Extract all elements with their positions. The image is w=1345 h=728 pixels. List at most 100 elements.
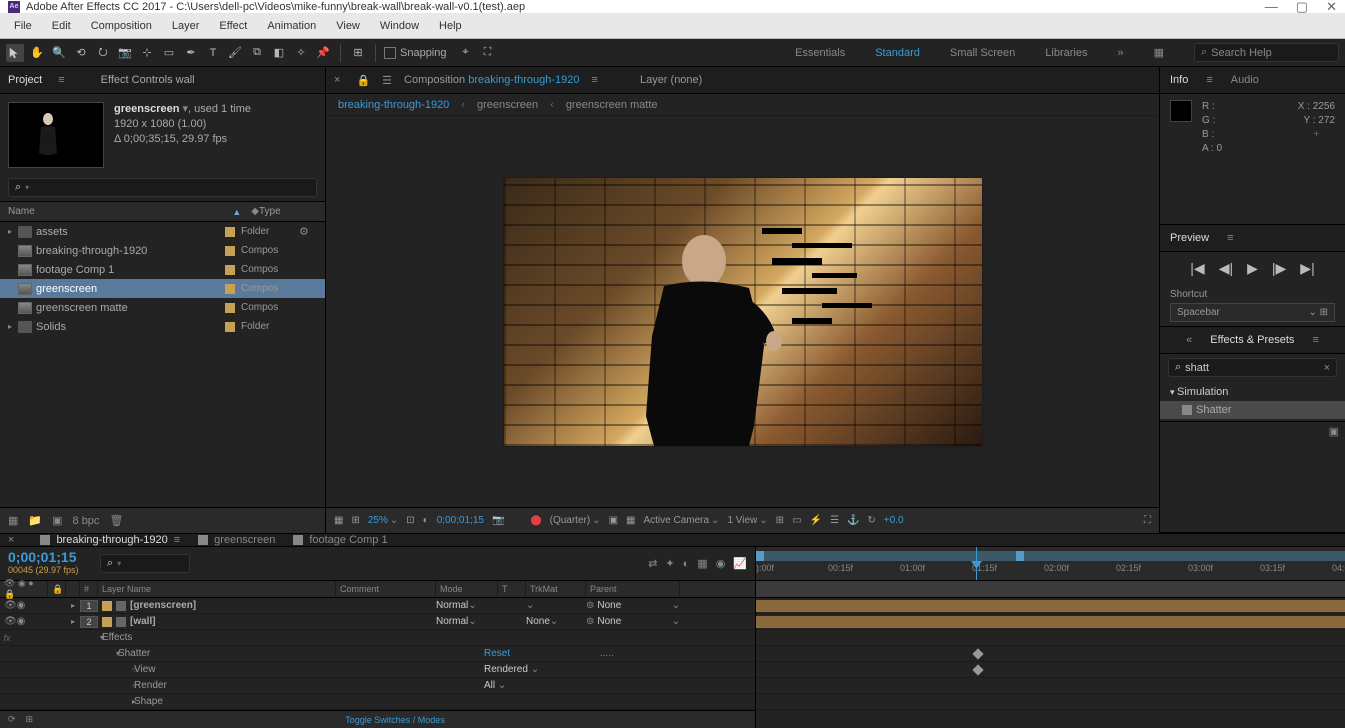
panel-menu-icon[interactable]: ≡: [1312, 334, 1318, 346]
brush-tool[interactable]: 🖌: [226, 44, 244, 62]
timeline-tab[interactable]: greenscreen: [198, 534, 275, 546]
panel-menu-icon[interactable]: ≡: [1206, 74, 1212, 86]
menu-edit[interactable]: Edit: [42, 16, 81, 36]
new-folder-icon[interactable]: 📁: [28, 514, 42, 527]
puppet-tool[interactable]: 📌: [314, 44, 332, 62]
last-frame-button[interactable]: ▶|: [1300, 260, 1314, 277]
timeline-track[interactable]: [756, 614, 1345, 630]
menu-window[interactable]: Window: [370, 16, 429, 36]
bpc-label[interactable]: 8 bpc: [73, 515, 100, 527]
snap-edge-icon[interactable]: ⌖: [457, 44, 475, 62]
panel-menu-icon[interactable]: ≡: [1227, 232, 1233, 244]
workspace-libraries[interactable]: Libraries: [1045, 47, 1087, 59]
selection-tool[interactable]: [6, 44, 24, 62]
timeline-property-row[interactable]: ○RenderAll ⌄: [0, 678, 755, 694]
close-tab-icon[interactable]: ×: [8, 534, 14, 546]
snapping-toggle[interactable]: Snapping: [384, 47, 447, 59]
alpha-icon[interactable]: ▦: [334, 515, 343, 526]
tab-effect-controls[interactable]: Effect Controls wall: [101, 74, 195, 86]
menu-help[interactable]: Help: [429, 16, 472, 36]
workspace-essentials[interactable]: Essentials: [795, 47, 845, 59]
fast-preview-icon[interactable]: ⚡: [810, 515, 822, 526]
timeline-track[interactable]: [756, 662, 1345, 678]
tab-project[interactable]: Project: [8, 74, 42, 86]
menu-layer[interactable]: Layer: [162, 16, 210, 36]
layer-tab[interactable]: Layer (none): [640, 74, 702, 86]
reset-exposure-icon[interactable]: ↻: [867, 515, 875, 526]
timeline-search-input[interactable]: ⌕▾: [100, 554, 190, 573]
trash-icon[interactable]: 🗑: [109, 514, 123, 527]
workspace-menu-icon[interactable]: ▦: [1154, 46, 1164, 59]
pan-behind-tool[interactable]: ⊹: [138, 44, 156, 62]
timeline-track[interactable]: [756, 678, 1345, 694]
grid-icon[interactable]: ⊞: [351, 515, 359, 526]
channel-icon[interactable]: ⬤: [530, 515, 541, 526]
project-item[interactable]: greenscreenCompos: [0, 279, 325, 298]
menu-composition[interactable]: Composition: [81, 16, 162, 36]
tab-effects-presets[interactable]: Effects & Presets: [1210, 334, 1294, 346]
rotation-tool[interactable]: ⭮: [94, 44, 112, 62]
snap-collapse-icon[interactable]: ⛶: [479, 44, 497, 62]
timeline-track[interactable]: [756, 646, 1345, 662]
views-dropdown[interactable]: 1 View: [727, 515, 767, 526]
minimize-button[interactable]: —: [1265, 0, 1278, 15]
local-axis-icon[interactable]: ⊞: [349, 44, 367, 62]
project-item[interactable]: footage Comp 1Compos: [0, 260, 325, 279]
resolution-icon[interactable]: ⊡: [406, 515, 414, 526]
timeline-layer-row[interactable]: 👁◉▸1[greenscreen]Normal⊚ None: [0, 598, 755, 614]
timeline-track[interactable]: [756, 694, 1345, 710]
roto-tool[interactable]: ✧: [292, 44, 310, 62]
text-tool[interactable]: T: [204, 44, 222, 62]
workspace-small-screen[interactable]: Small Screen: [950, 47, 1015, 59]
snapshot-icon[interactable]: 📷: [492, 515, 504, 526]
comp-flow-icon[interactable]: ☰: [382, 74, 392, 87]
eraser-tool[interactable]: ◧: [270, 44, 288, 62]
new-comp-icon[interactable]: ▣: [52, 514, 62, 527]
timeline-tab[interactable]: breaking-through-1920 ≡: [40, 534, 180, 546]
timeline-icon[interactable]: ☰: [830, 515, 839, 526]
clone-tool[interactable]: ⧉: [248, 44, 266, 62]
transparency-icon[interactable]: ▦: [626, 515, 635, 526]
timeline-property-row[interactable]: ▸Shape: [0, 694, 755, 710]
composition-viewer[interactable]: [326, 116, 1159, 507]
comp-mini-flowchart-icon[interactable]: ⇄: [648, 557, 657, 570]
timeline-track[interactable]: [756, 598, 1345, 614]
next-frame-button[interactable]: |▶: [1272, 260, 1286, 277]
orbit-tool[interactable]: ⟲: [72, 44, 90, 62]
project-item[interactable]: ▸SolidsFolder: [0, 317, 325, 336]
timeline-timecode[interactable]: 0;00;01;15 00045 (29.97 fps): [0, 547, 96, 580]
camera-dropdown[interactable]: Active Camera: [643, 515, 719, 526]
tab-preview[interactable]: Preview: [1170, 232, 1209, 244]
menu-animation[interactable]: Animation: [257, 16, 326, 36]
effect-item[interactable]: Shatter: [1160, 401, 1345, 419]
draft-3d-icon[interactable]: ✦: [665, 557, 674, 570]
menu-file[interactable]: File: [4, 16, 42, 36]
workspace-standard[interactable]: Standard: [875, 47, 920, 59]
timecode-display[interactable]: 0;00;01;15: [437, 515, 484, 526]
crumb-item[interactable]: greenscreen: [477, 99, 538, 111]
prev-frame-button[interactable]: ◀|: [1219, 260, 1233, 277]
timeline-property-row[interactable]: fx▾Effects: [0, 630, 755, 646]
play-button[interactable]: ▶: [1247, 260, 1258, 277]
shape-tool[interactable]: ▭: [160, 44, 178, 62]
quality-dropdown[interactable]: (Quarter): [550, 515, 601, 526]
pixel-aspect-icon[interactable]: ▭: [792, 515, 801, 526]
crumb-item[interactable]: greenscreen matte: [566, 99, 658, 111]
maximize-button[interactable]: ▢: [1296, 0, 1308, 15]
timeline-property-row[interactable]: ○ViewRendered ⌄: [0, 662, 755, 678]
effects-search-input[interactable]: ⌕ shatt ×: [1168, 358, 1337, 377]
toggle-switch-icon[interactable]: ⟳: [8, 714, 16, 725]
hand-tool[interactable]: ✋: [28, 44, 46, 62]
panel-menu-icon[interactable]: ≡: [592, 74, 598, 86]
timeline-ruler[interactable]: ):00f00:15f01:00f01:15f02:00f02:15f03:00…: [756, 547, 1345, 581]
frame-blend-icon[interactable]: ▦: [697, 557, 707, 570]
camera-tool[interactable]: 📷: [116, 44, 134, 62]
exposure-value[interactable]: +0.0: [884, 515, 904, 526]
interpret-icon[interactable]: ▦: [8, 514, 18, 527]
timeline-layer-row[interactable]: 👁◉▸2[wall]NormalNone⊚ None: [0, 614, 755, 630]
zoom-dropdown[interactable]: 25%: [368, 515, 398, 526]
first-frame-button[interactable]: |◀: [1190, 260, 1204, 277]
new-bin-icon[interactable]: ▣: [1329, 426, 1339, 438]
view-icon[interactable]: ⊞: [776, 515, 784, 526]
timeline-track[interactable]: [756, 630, 1345, 646]
